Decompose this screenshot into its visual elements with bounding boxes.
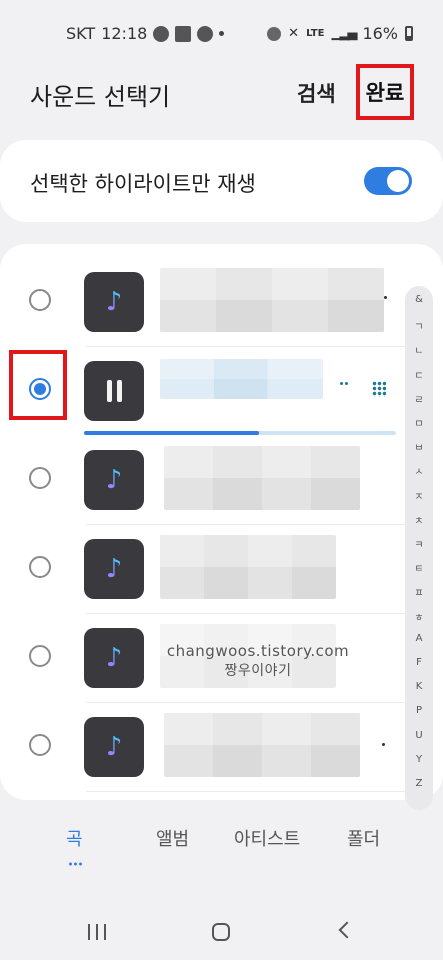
song-title-blurred bbox=[160, 535, 336, 599]
search-button[interactable]: 검색 bbox=[297, 78, 336, 108]
song-title-blurred bbox=[164, 713, 360, 777]
watermark: changwoos.tistory.com 짱우이야기 bbox=[158, 642, 358, 680]
index-letter[interactable]: ㅍ bbox=[405, 584, 433, 599]
switch-knob bbox=[387, 170, 409, 192]
tab-folders[interactable]: 폴더 bbox=[347, 825, 380, 851]
music-note-icon: ♪ bbox=[105, 643, 123, 673]
playback-progress-fill bbox=[84, 431, 259, 435]
song-thumbnail: ♪ bbox=[84, 717, 144, 777]
song-row[interactable]: ♪ bbox=[0, 525, 405, 614]
highlight-toggle-label: 선택한 하이라이트만 재생 bbox=[30, 172, 256, 196]
index-letter[interactable]: F bbox=[405, 657, 433, 668]
pause-icon bbox=[106, 380, 122, 402]
watermark-name: 짱우이야기 bbox=[224, 663, 292, 679]
talk-notification-icon bbox=[153, 25, 170, 42]
more-dot bbox=[382, 743, 385, 746]
tab-songs[interactable]: 곡 bbox=[66, 825, 83, 851]
index-letter[interactable]: P bbox=[405, 705, 433, 716]
index-letter[interactable]: ㄷ bbox=[405, 367, 433, 382]
status-right: ✕ LTE ▁▂▄ 16% bbox=[267, 24, 413, 43]
more-notifications-icon bbox=[219, 31, 225, 36]
index-letter[interactable]: K bbox=[405, 681, 433, 692]
index-letter[interactable]: Y bbox=[405, 754, 433, 765]
index-letter[interactable]: Z bbox=[405, 778, 433, 789]
music-note-icon: ♪ bbox=[105, 287, 123, 317]
battery-icon bbox=[405, 26, 413, 41]
index-letter[interactable]: ㅁ bbox=[405, 415, 433, 430]
index-letter[interactable]: ㅋ bbox=[405, 536, 433, 551]
index-letter[interactable]: ㅊ bbox=[405, 512, 433, 527]
alphabet-index-scroller[interactable]: & ㄱㄴㄷㄹㅁㅂㅅㅈㅊㅋㅌㅍㅎ A F K P U Y Z bbox=[405, 286, 433, 810]
music-note-icon: ♪ bbox=[105, 732, 123, 762]
watermark-url: changwoos.tistory.com bbox=[166, 642, 350, 660]
song-radio[interactable] bbox=[29, 467, 51, 489]
mute-icon: ✕ bbox=[288, 26, 300, 41]
song-row[interactable]: ♪ bbox=[0, 436, 405, 525]
status-bar: SKT 12:18 ✕ LTE ▁▂▄ 16% bbox=[0, 0, 443, 64]
gallery-notification-icon bbox=[175, 25, 192, 42]
index-letter[interactable]: A bbox=[405, 633, 433, 644]
equalizer-icon bbox=[372, 381, 386, 397]
recent-apps-icon[interactable] bbox=[88, 924, 106, 940]
highlight-toggle-switch[interactable] bbox=[364, 167, 412, 195]
done-button[interactable]: 완료 bbox=[356, 64, 414, 120]
selected-radio-highlight bbox=[9, 350, 67, 420]
more-dot bbox=[340, 382, 343, 385]
more-dot bbox=[345, 382, 348, 385]
song-title-blurred bbox=[164, 446, 360, 510]
song-thumbnail: ♪ bbox=[84, 628, 144, 688]
song-list: ♪ ♪ ♪ ♪ ♪ bbox=[0, 244, 443, 800]
tab-artists[interactable]: 아티스트 bbox=[234, 825, 300, 851]
song-row[interactable]: ♪ bbox=[0, 703, 405, 792]
index-letter[interactable]: ㅅ bbox=[405, 463, 433, 478]
network-type: LTE bbox=[306, 28, 325, 39]
playback-progress[interactable] bbox=[84, 431, 396, 435]
song-title-blurred bbox=[160, 359, 323, 399]
signal-icon: ▁▂▄ bbox=[331, 26, 357, 41]
song-title-blurred bbox=[160, 268, 384, 332]
index-letter[interactable]: U bbox=[405, 730, 433, 741]
index-letter[interactable]: & bbox=[405, 294, 433, 305]
more-dot bbox=[384, 296, 387, 299]
home-icon[interactable] bbox=[212, 923, 230, 941]
active-tab-indicator bbox=[68, 862, 82, 866]
song-radio[interactable] bbox=[29, 289, 51, 311]
clock: 12:18 bbox=[101, 24, 148, 43]
index-letter[interactable]: ㅎ bbox=[405, 609, 433, 624]
index-letter[interactable]: ㅌ bbox=[405, 560, 433, 575]
song-radio[interactable] bbox=[29, 645, 51, 667]
back-icon[interactable] bbox=[338, 921, 356, 939]
system-navigation-bar bbox=[0, 890, 443, 960]
index-letter[interactable]: ㄹ bbox=[405, 391, 433, 406]
music-note-icon: ♪ bbox=[105, 554, 123, 584]
app-notification-icon bbox=[197, 25, 214, 42]
song-radio[interactable] bbox=[29, 734, 51, 756]
app-header: 사운드 선택기 검색 완료 bbox=[0, 64, 443, 124]
music-note-icon: ♪ bbox=[105, 465, 123, 495]
song-row[interactable]: ♪ bbox=[0, 792, 405, 800]
index-letter[interactable]: ㄱ bbox=[405, 318, 433, 333]
index-letter[interactable]: ㅂ bbox=[405, 439, 433, 454]
song-thumbnail: ♪ bbox=[84, 272, 144, 332]
song-row[interactable]: ♪ bbox=[0, 258, 405, 347]
highlight-toggle-card: 선택한 하이라이트만 재생 bbox=[0, 140, 443, 222]
tab-albums[interactable]: 앨범 bbox=[156, 825, 189, 851]
index-letter[interactable]: ㄴ bbox=[405, 342, 433, 357]
alarm-icon bbox=[267, 26, 282, 41]
song-radio[interactable] bbox=[29, 556, 51, 578]
status-left: SKT 12:18 bbox=[66, 24, 225, 43]
bottom-tabs: 곡 앨범 아티스트 폴더 bbox=[0, 810, 443, 880]
battery-percent: 16% bbox=[362, 24, 398, 43]
song-thumbnail: ♪ bbox=[84, 450, 144, 510]
carrier-label: SKT bbox=[66, 24, 96, 43]
page-title: 사운드 선택기 bbox=[30, 83, 171, 111]
song-thumbnail-playing[interactable] bbox=[84, 361, 144, 421]
song-thumbnail: ♪ bbox=[84, 539, 144, 599]
index-letter[interactable]: ㅈ bbox=[405, 488, 433, 503]
